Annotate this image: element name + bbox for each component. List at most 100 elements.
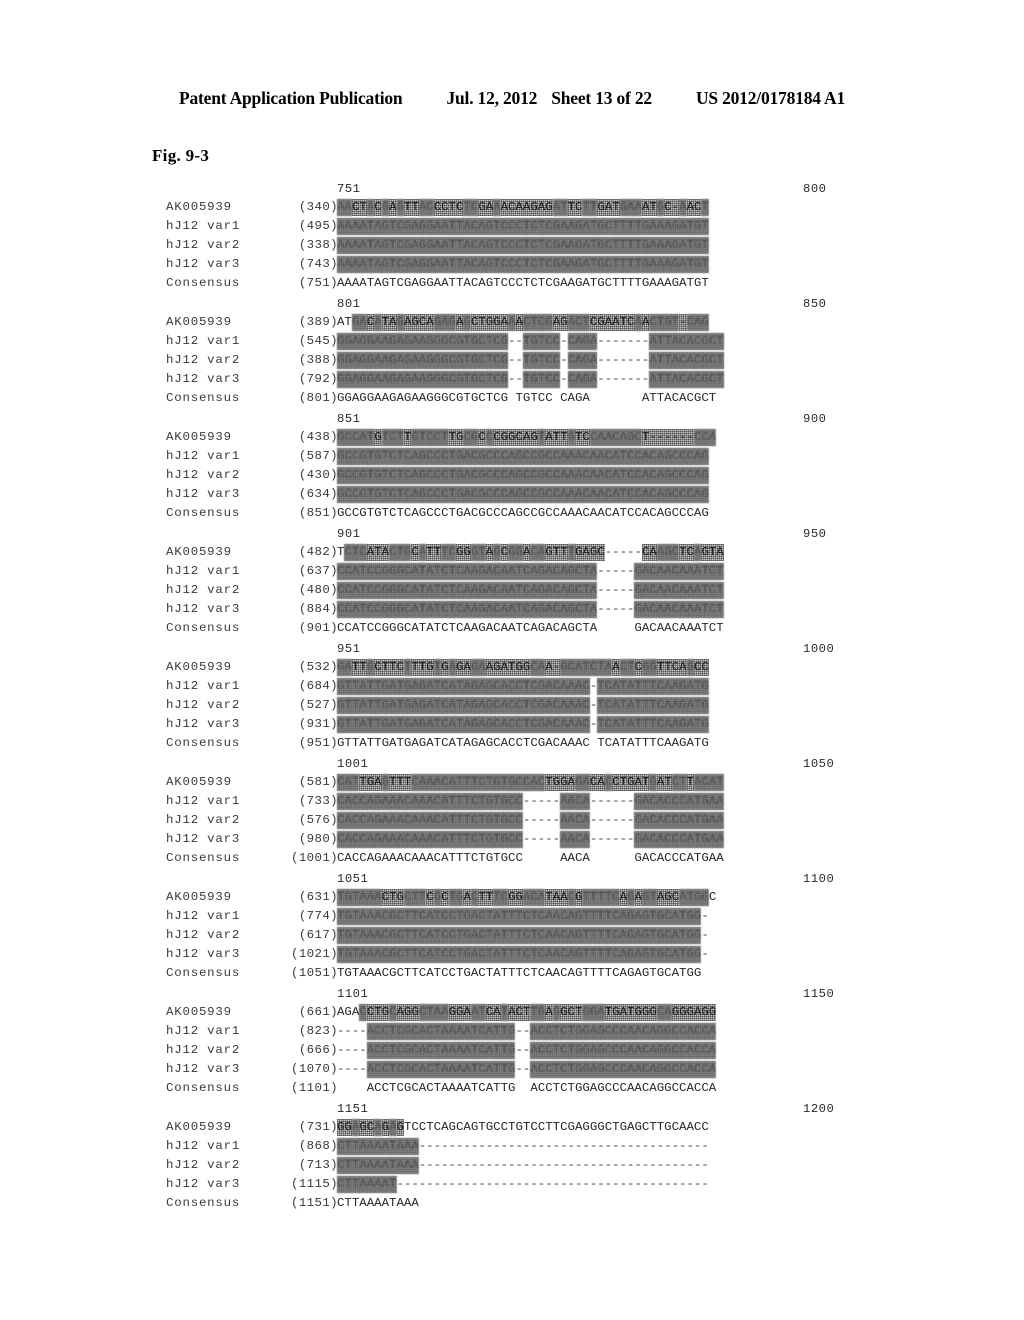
sequence-segment-shadetext: C: [478, 429, 486, 446]
position-ruler: 1051 1100: [0, 872, 1024, 889]
sequence-segment-shadetext: G: [381, 1119, 390, 1136]
sequence-segment-shade: AACA: [560, 812, 590, 829]
position-ruler: 801 850: [0, 297, 1024, 314]
sequence-segment-shade: GTTATTGATGAGATCATAGAGCACCTCGACAAAC: [337, 697, 590, 714]
sequence-segment-shade: TGTAAACGCTTCATCCTGACTATTTCTCAACAGTTTTCAG…: [337, 946, 702, 963]
sequence-segment-shade: CTAA: [418, 1004, 449, 1021]
sequence-segment-shade: GCCGTGTCTCAGCCCTGACGCCCAGCCGCCAAACAACATC…: [337, 467, 709, 484]
sequence-segment-shade: ATTACACGCT: [649, 371, 724, 388]
sequence-residues: GGAGGAAGAGAAGGGCGTGCTCG TGTCC CAGA ATTAC…: [337, 390, 845, 409]
sequence-segment-shadetext: TTT: [389, 774, 412, 791]
sequence-segment-shade: GACAACAAATCT: [634, 563, 724, 580]
position-ruler: 901 950: [0, 527, 1024, 544]
alignment-row: hJ12 var3 (634) GCCGTGTCTCAGCCCTGACGCCCAGC…: [0, 486, 1024, 505]
sequence-residues: GCCGTGTCTCAGCCCTGACGCCCAGCCGCCAAACAACATC…: [337, 467, 845, 486]
sequence-start-coordinate: (1021): [290, 947, 338, 961]
sequence-residues: GCCGTGTCTCAGCCCTGACGCCCAGCCGCCAAACAACATC…: [337, 486, 845, 505]
sequence-segment-shade: ACCTCTGGAGCCCAACAGGCCACCA: [530, 1042, 717, 1059]
alignment-row: hJ12 var2 (617) TGTAAACGCTTCATCCTGACTATTTC…: [0, 927, 1024, 946]
sequence-segment-shadetext: GGGAGG: [671, 1004, 717, 1021]
position-ruler: 1151 1200: [0, 1102, 1024, 1119]
sequence-name-label: hJ12 var2: [166, 813, 241, 827]
alignment-row: AK005939 (389) ATGACATAGAGCAGAGAGCTGGAAACT…: [0, 314, 1024, 333]
ruler-tick-end: 1000: [803, 642, 835, 656]
alignment-row: hJ12 var1 (495) AAAATAGTCGAGGAATTACAGTCCCT…: [0, 218, 1024, 237]
sequence-segment-shade: CTCG: [522, 314, 553, 331]
publication-title: Patent Application Publication: [178, 88, 403, 108]
sequence-segment-shade: AACA: [560, 831, 590, 848]
sequence-segment-shade: GAA: [619, 199, 642, 216]
sequence-segment-shade: TGTCC: [522, 333, 561, 350]
sequence-segment-shadetext: ACAAGAG: [500, 199, 553, 216]
sequence-segment-shade: G: [552, 1004, 561, 1021]
ruler-tick-end: 950: [803, 527, 827, 541]
alignment-row: hJ12 var1 (774) TGTAAACGCTTCATCCTGACTATTTC…: [0, 908, 1024, 927]
sequence-segment-shadetext: ACT: [508, 1004, 531, 1021]
sequence-segment-gap: --: [515, 1024, 531, 1038]
sequence-segment-shade: A: [493, 199, 501, 216]
sequence-residues: GGAGCAGAGTCCTCAGCAGTGCCTGTCCTTCGAGGGCTGA…: [337, 1119, 845, 1138]
sequence-segment-shade: GACAACAAATCT: [634, 582, 724, 599]
sequence-segment-shadetext: GC: [359, 1119, 375, 1136]
alignment-block: 1101 1150 AK005939 (661) AGACCTGCAGGCTAAGGAA…: [0, 987, 1024, 1102]
sequence-name-label: Consensus: [166, 1196, 241, 1210]
sheet-number: Sheet 13 of 22: [551, 88, 652, 108]
alignment-row: hJ12 var1 (684) GTTATTGATGAGATCATAGAGCACCT…: [0, 678, 1024, 697]
sequence-start-coordinate: (389): [298, 315, 338, 329]
sequence-residues: CTTAAAATAAA: [337, 1195, 845, 1214]
sequence-segment-shadetext: GA: [456, 659, 471, 676]
sequence-residues: CACCAGAAACAAACATTTCTGTGCC AACA GACACCCAT…: [337, 850, 845, 869]
alignment-block: 751 800 AK005939 (340) AACTACGAGTTACCCTCTCGA…: [0, 182, 1024, 297]
sequence-start-coordinate: (731): [298, 1120, 338, 1134]
sequence-name-label: Consensus: [166, 506, 241, 520]
sequence-segment-shade: GCCGTGTCTCAGCCCTGACGCCCAGCCGCCAAACAACATC…: [337, 486, 709, 503]
sequence-name-label: Consensus: [166, 1081, 241, 1095]
alignment-row: hJ12 var1 (637) CCATCCGGGCATATCTCAAGACAATC…: [0, 563, 1024, 582]
sequence-residues: GTTATTGATGAGATCATAGAGCACCTCGACAAAC-TCATA…: [337, 716, 845, 735]
sequence-segment-shade: ACCTCGCACTAAAATCATTG: [366, 1061, 516, 1078]
sequence-segment-shade: CTTAAAATAAA: [337, 1157, 419, 1174]
sequence-segment-gap: -------: [597, 353, 650, 367]
sequence-segment-shade: TCATATTTCAAGATG: [597, 697, 709, 714]
ruler-tick-end: 850: [803, 297, 827, 311]
position-ruler: 751 800: [0, 182, 1024, 199]
sequence-start-coordinate: (340): [298, 200, 338, 214]
sequence-segment-gap: -----: [522, 794, 561, 808]
sequence-segment-shade: TC: [493, 889, 509, 906]
sequence-segment-cons: CTTAAAATAAA: [337, 1196, 419, 1210]
sequence-segment-shadetext: A: [389, 199, 397, 216]
sequence-name-label: hJ12 var1: [166, 679, 241, 693]
sequence-segment-gap: --: [515, 1062, 531, 1076]
sequence-start-coordinate: (1001): [290, 851, 338, 865]
sequence-name-label: hJ12 var3: [166, 1062, 241, 1076]
sequence-segment-shadetext: CA: [589, 774, 605, 791]
sequence-segment-shade: A: [448, 659, 456, 676]
sequence-residues: ----ACCTCGCACTAAAATCATTG--ACCTCTGGAGCCCA…: [337, 1023, 845, 1042]
alignment-row: hJ12 var3 (980) CACCAGAAACAAACATTTCTGTGCC-…: [0, 831, 1024, 850]
alignment-row: hJ12 var1 (545) GGAGGAAGAGAAGGGCGTGCTCG--T…: [0, 333, 1024, 352]
sequence-name-label: Consensus: [166, 391, 241, 405]
sequence-segment-shade: CCA: [694, 429, 717, 446]
sequence-residues: TGTAAACGCTTCATCCTGACTATTTCTCAACAGTTTTCAG…: [337, 908, 845, 927]
sequence-name-label: hJ12 var2: [166, 468, 241, 482]
ruler-tick-start: 1001: [337, 757, 369, 771]
sequence-segment-shadetext: TTCA: [656, 659, 687, 676]
alignment-row: hJ12 var1 (587) GCCGTGTCTCAGCCCTGACGCCCAGC…: [0, 448, 1024, 467]
sequence-segment-cons: AAAATAGTCGAGGAATTACAGTCCCTCTCGAAGATGCTTT…: [337, 276, 709, 290]
sequence-residues: AAAATAGTCGAGGAATTACAGTCCCTCTCGAAGATGCTTT…: [337, 218, 845, 237]
sequence-name-label: hJ12 var2: [166, 238, 241, 252]
sequence-start-coordinate: (482): [298, 545, 338, 559]
alignment-row: hJ12 var2 (527) GTTATTGATGAGATCATAGAGCACCT…: [0, 697, 1024, 716]
sequence-segment-shade: A: [679, 199, 687, 216]
sequence-segment-shade: AAAATAGTCGAGGAATTACAGTCCCTCTCGAAGATGCTTT…: [337, 237, 709, 254]
sequence-segment-shade: GG: [508, 544, 523, 561]
sequence-segment-shade: GGAGGAAGAGAAGGGCGTGCTCG: [337, 352, 509, 369]
alignment-block: 1001 1050 AK005939 (581) CATTGAGTTTCAAACATTT…: [0, 757, 1024, 872]
sequence-start-coordinate: (1151): [290, 1196, 338, 1210]
sequence-segment-plain: C: [708, 890, 717, 904]
sequence-segment-shade: CA: [530, 659, 546, 676]
sequence-start-coordinate: (851): [298, 506, 338, 520]
sequence-segment-shade: A: [374, 314, 382, 331]
sequence-segment-shade: GACACCCATGAA: [634, 831, 724, 848]
sequence-segment-shade: GGAGGAAGAGAAGGGCGTGCTCG: [337, 371, 509, 388]
